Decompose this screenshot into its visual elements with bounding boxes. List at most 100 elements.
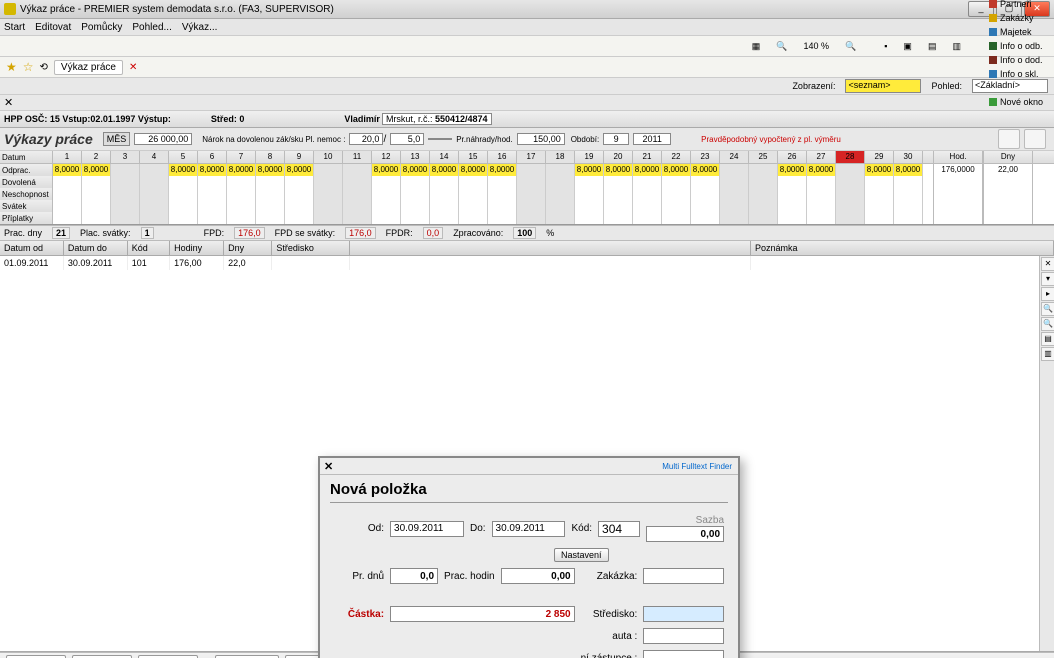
view-grid-icon[interactable]: ▦ xyxy=(747,39,766,54)
day-cell[interactable] xyxy=(401,200,430,212)
col-Kód[interactable]: Kód xyxy=(128,241,170,255)
day-cell[interactable] xyxy=(778,176,807,188)
day-cell[interactable] xyxy=(807,212,836,224)
day-cell[interactable] xyxy=(111,188,140,200)
cell[interactable] xyxy=(751,256,1054,270)
topbtn-info-o-dod-[interactable]: Info o dod. xyxy=(984,53,1048,67)
day-cell[interactable]: 8,0000 xyxy=(488,164,517,176)
menu-výkaz...[interactable]: Výkaz... xyxy=(182,22,218,33)
side-tool-6[interactable]: ▥ xyxy=(1041,347,1054,361)
menu-editovat[interactable]: Editovat xyxy=(35,22,71,33)
day-cell[interactable] xyxy=(256,212,285,224)
tool-icon-3[interactable]: ▤ xyxy=(923,39,942,54)
zakazka-field[interactable] xyxy=(643,568,724,584)
day-cell[interactable] xyxy=(836,176,865,188)
day-cell[interactable] xyxy=(314,164,343,176)
col-Poznámka[interactable]: Poznámka xyxy=(751,241,1054,255)
day-cell[interactable] xyxy=(894,188,923,200)
day-cell[interactable] xyxy=(749,164,778,176)
day-cell[interactable] xyxy=(198,188,227,200)
day-cell[interactable]: 8,0000 xyxy=(430,164,459,176)
day-cell[interactable] xyxy=(256,188,285,200)
day-cell[interactable] xyxy=(140,212,169,224)
day-cell[interactable] xyxy=(778,188,807,200)
topbtn-majetek[interactable]: Majetek xyxy=(984,25,1048,39)
day-cell[interactable] xyxy=(633,212,662,224)
od-field[interactable]: 30.09.2011 xyxy=(390,521,464,537)
panel-close-icon[interactable]: ✕ xyxy=(0,96,17,109)
zoom-out-icon[interactable]: 🔍 xyxy=(771,39,792,54)
export-icon[interactable] xyxy=(1024,129,1046,149)
day-cell[interactable]: 8,0000 xyxy=(227,164,256,176)
cell[interactable]: 101 xyxy=(128,256,170,270)
day-cell[interactable]: 8,0000 xyxy=(691,164,720,176)
day-cell[interactable] xyxy=(633,176,662,188)
sazba-field[interactable]: 0,00 xyxy=(646,526,724,542)
day-cell[interactable] xyxy=(140,164,169,176)
day-cell[interactable] xyxy=(82,212,111,224)
day-cell[interactable] xyxy=(546,212,575,224)
day-cell[interactable]: 8,0000 xyxy=(575,164,604,176)
cell[interactable]: 176,00 xyxy=(170,256,224,270)
day-cell[interactable] xyxy=(53,188,82,200)
day-cell[interactable]: 8,0000 xyxy=(459,164,488,176)
day-cell[interactable] xyxy=(401,176,430,188)
day-cell[interactable] xyxy=(488,188,517,200)
day-cell[interactable] xyxy=(662,200,691,212)
day-cell[interactable] xyxy=(169,200,198,212)
day-cell[interactable] xyxy=(111,200,140,212)
stredisko-field[interactable] xyxy=(643,606,724,622)
day-cell[interactable] xyxy=(459,212,488,224)
day-cell[interactable] xyxy=(82,176,111,188)
day-cell[interactable]: 8,0000 xyxy=(372,164,401,176)
day-cell[interactable] xyxy=(111,176,140,188)
prhod-field[interactable]: 0,00 xyxy=(501,568,575,584)
day-cell[interactable]: 8,0000 xyxy=(662,164,691,176)
cell[interactable] xyxy=(350,256,751,270)
day-cell[interactable] xyxy=(343,176,372,188)
day-cell[interactable] xyxy=(546,200,575,212)
day-cell[interactable]: 8,0000 xyxy=(865,164,894,176)
menu-pomůcky[interactable]: Pomůcky xyxy=(81,22,122,33)
day-cell[interactable] xyxy=(140,188,169,200)
day-cell[interactable] xyxy=(430,188,459,200)
detail-row[interactable]: 01.09.201130.09.2011101176,0022,0 xyxy=(0,256,1054,270)
back-icon[interactable]: ⟲ xyxy=(40,62,48,73)
col-Dny[interactable]: Dny xyxy=(224,241,272,255)
day-cell[interactable] xyxy=(749,212,778,224)
day-cell[interactable] xyxy=(82,200,111,212)
day-cell[interactable] xyxy=(546,164,575,176)
tab-close-icon[interactable]: ✕ xyxy=(129,62,137,73)
day-cell[interactable]: 8,0000 xyxy=(285,164,314,176)
kod-field[interactable]: 304 xyxy=(598,521,640,537)
day-cell[interactable] xyxy=(372,212,401,224)
day-cell[interactable]: 8,0000 xyxy=(778,164,807,176)
day-cell[interactable] xyxy=(662,176,691,188)
cell[interactable]: 01.09.2011 xyxy=(0,256,64,270)
day-cell[interactable] xyxy=(894,212,923,224)
topbtn-partne-i[interactable]: Partneři xyxy=(984,0,1048,11)
day-cell[interactable] xyxy=(778,200,807,212)
zoom-level[interactable]: 140 % xyxy=(798,39,834,53)
col-Datum do[interactable]: Datum do xyxy=(64,241,128,255)
day-cell[interactable] xyxy=(807,188,836,200)
menu-pohled...[interactable]: Pohled... xyxy=(132,22,171,33)
castka-field[interactable]: 2 850 xyxy=(390,606,575,622)
day-cell[interactable] xyxy=(691,176,720,188)
side-close-icon[interactable]: ✕ xyxy=(1041,257,1054,271)
nastaveni-button[interactable]: Nastavení xyxy=(554,548,609,562)
day-cell[interactable] xyxy=(372,188,401,200)
day-cell[interactable] xyxy=(314,200,343,212)
day-cell[interactable] xyxy=(169,188,198,200)
day-cell[interactable] xyxy=(807,176,836,188)
day-cell[interactable] xyxy=(227,212,256,224)
day-cell[interactable] xyxy=(865,212,894,224)
day-cell[interactable] xyxy=(575,200,604,212)
day-cell[interactable]: 8,0000 xyxy=(894,164,923,176)
day-cell[interactable] xyxy=(53,212,82,224)
day-cell[interactable] xyxy=(430,212,459,224)
day-cell[interactable] xyxy=(314,188,343,200)
day-cell[interactable] xyxy=(343,212,372,224)
day-cell[interactable] xyxy=(691,212,720,224)
day-cell[interactable]: 8,0000 xyxy=(169,164,198,176)
